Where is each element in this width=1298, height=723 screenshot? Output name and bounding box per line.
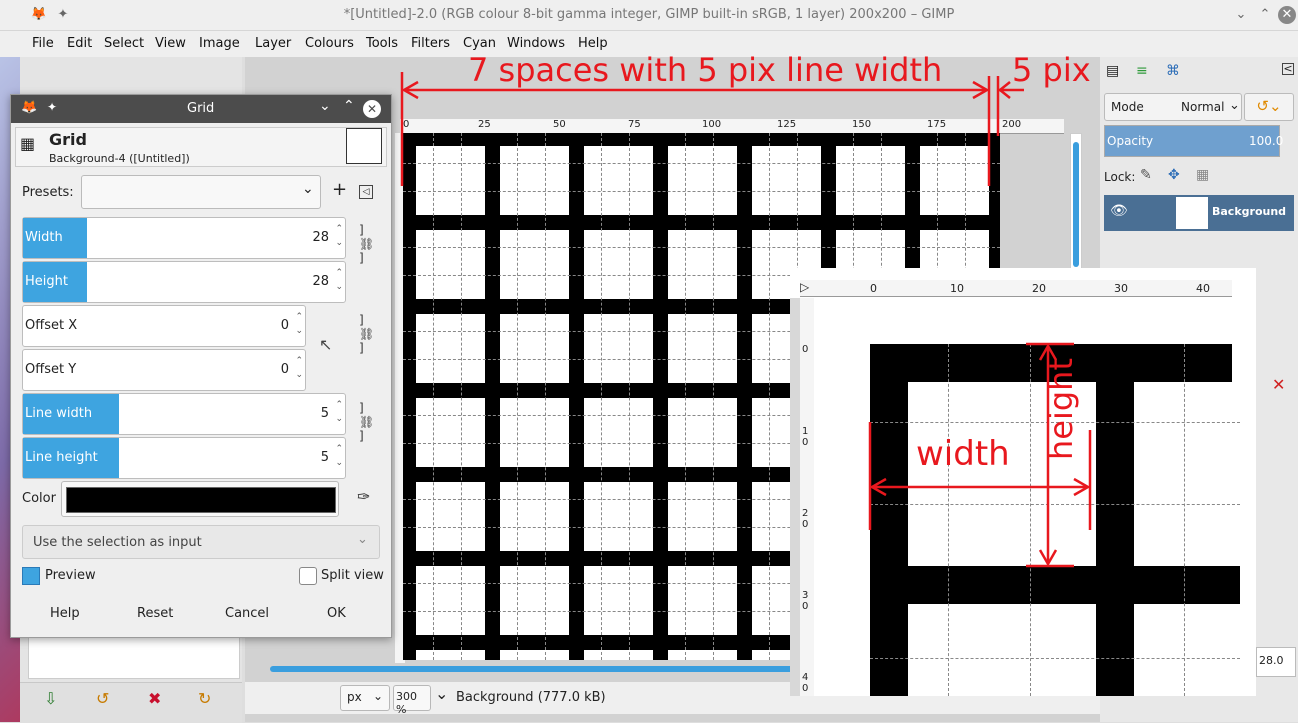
chain-link-icon[interactable]: ] ⛓] xyxy=(359,313,374,355)
offset-x-value: 0 xyxy=(280,318,289,333)
height-label: Height xyxy=(23,262,87,302)
close-icon[interactable]: ✕ xyxy=(363,100,381,118)
chevron-down-icon: ⌄ xyxy=(357,532,368,547)
color-swatch xyxy=(66,487,336,513)
add-preset-icon[interactable]: + xyxy=(332,179,347,200)
spin-arrows-icon[interactable]: ⌃ ⌄ xyxy=(335,222,343,250)
chevron-down-icon: ⌄ xyxy=(302,181,314,197)
color-button[interactable] xyxy=(61,481,339,517)
chain-link-icon[interactable]: ] ⛓] xyxy=(359,223,374,265)
dialog-header-title: Grid xyxy=(49,130,87,149)
width-value: 28 xyxy=(312,230,329,245)
preview-checkbox[interactable] xyxy=(22,567,40,585)
line-width-label: Line width xyxy=(23,394,119,434)
color-label: Color xyxy=(22,491,56,506)
line-height-field[interactable]: Line height 5 ⌃ ⌄ xyxy=(22,437,346,479)
line-height-value: 5 xyxy=(320,450,329,465)
spin-arrows-icon[interactable]: ⌃ ⌄ xyxy=(295,310,303,338)
gimp-logo-icon: 🦊 xyxy=(21,100,38,115)
maximize-icon[interactable]: ⌃ xyxy=(343,98,355,114)
spin-arrows-icon[interactable]: ⌃ ⌄ xyxy=(335,442,343,470)
offset-x-field[interactable]: Offset X 0 ⌃ ⌄ xyxy=(22,305,306,347)
line-height-label: Line height xyxy=(23,438,119,478)
spin-arrows-icon[interactable]: ⌃ ⌄ xyxy=(335,398,343,426)
offset-x-label: Offset X xyxy=(25,318,78,333)
split-view-label: Split view xyxy=(321,568,384,583)
line-width-field[interactable]: Line width 5 ⌃ ⌄ xyxy=(22,393,346,435)
dialog-header: ▦ Grid Background-4 ([Untitled]) xyxy=(15,127,387,167)
minimize-icon[interactable]: ⌄ xyxy=(319,98,331,114)
dialog-title: Grid xyxy=(187,101,215,116)
width-field[interactable]: Width 28 ⌃ ⌄ xyxy=(22,217,346,259)
preset-menu-icon[interactable]: ◁ xyxy=(359,185,373,199)
selection-input-label: Use the selection as input xyxy=(33,535,202,550)
reset-button[interactable]: Reset xyxy=(137,606,173,621)
offset-y-value: 0 xyxy=(280,362,289,377)
split-view-checkbox[interactable] xyxy=(299,567,317,585)
color-picker-icon[interactable]: ✑ xyxy=(357,487,370,506)
annotation-right-label: 5 pix xyxy=(1012,51,1091,89)
ok-button[interactable]: OK xyxy=(327,606,346,621)
selection-input-select[interactable]: Use the selection as input ⌄ xyxy=(22,525,380,559)
height-field[interactable]: Height 28 ⌃ ⌄ xyxy=(22,261,346,303)
annotation-top-label: 7 spaces with 5 pix line width xyxy=(468,51,943,89)
grid-icon: ▦ xyxy=(20,134,36,153)
line-width-value: 5 xyxy=(320,406,329,421)
grid-dialog: 🦊 ✦ Grid ⌄ ⌃ ✕ ▦ Grid Background-4 ([Unt… xyxy=(10,94,392,638)
dialog-title-bar[interactable]: 🦊 ✦ Grid ⌄ ⌃ ✕ xyxy=(11,95,391,123)
chain-link-icon[interactable]: ] ⛓] xyxy=(359,401,374,443)
pin-icon[interactable]: ✦ xyxy=(47,100,57,114)
dialog-header-subtitle: Background-4 ([Untitled]) xyxy=(49,152,190,165)
offset-y-label: Offset Y xyxy=(25,362,77,377)
preview-label: Preview xyxy=(45,568,96,583)
annotation-height-label: height xyxy=(1042,358,1080,460)
cursor-icon: ↖ xyxy=(319,335,333,354)
cancel-button[interactable]: Cancel xyxy=(225,606,269,621)
presets-select[interactable]: ⌄ xyxy=(81,175,321,209)
help-button[interactable]: Help xyxy=(50,606,80,621)
preview-thumbnail xyxy=(346,128,382,164)
height-value: 28 xyxy=(312,274,329,289)
presets-label: Presets: xyxy=(22,185,74,200)
width-label: Width xyxy=(23,218,87,258)
spin-arrows-icon[interactable]: ⌃ ⌄ xyxy=(295,354,303,382)
annotation-width-label: width xyxy=(916,434,1010,474)
offset-y-field[interactable]: Offset Y 0 ⌃ ⌄ xyxy=(22,349,306,391)
spin-arrows-icon[interactable]: ⌃ ⌄ xyxy=(335,266,343,294)
